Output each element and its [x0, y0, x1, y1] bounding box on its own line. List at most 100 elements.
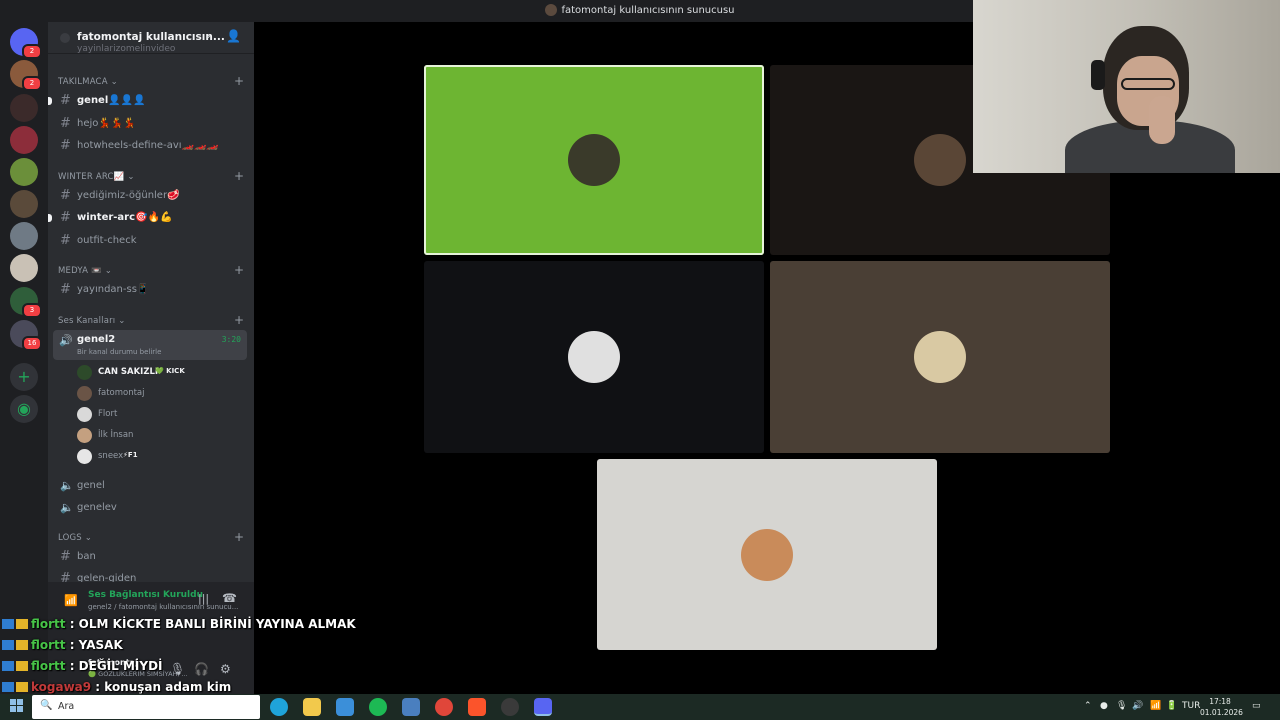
chat-username: flortt — [31, 659, 66, 673]
participant-avatar[interactable] — [914, 331, 966, 383]
channel-outfit-check[interactable]: # outfit-check — [56, 231, 246, 251]
server-icon-4[interactable] — [10, 126, 38, 154]
video-tile-3[interactable] — [424, 261, 764, 453]
channel-sidebar: fatomontaj kullanıcısın... ⌄ 👤 yayinlari… — [48, 22, 254, 694]
server-icon-2[interactable]: 2 — [10, 60, 42, 91]
disconnect-icon[interactable]: ☎ — [222, 591, 237, 605]
notifications-icon[interactable]: ▭ — [1252, 701, 1261, 711]
microphone-icon[interactable]: 🎙 — [170, 662, 185, 676]
chat-badge-icon — [2, 661, 14, 671]
mail-icon[interactable] — [336, 698, 354, 716]
channel-ban[interactable]: # ban — [56, 547, 246, 567]
hash-icon: # — [60, 549, 71, 564]
server-icon-5[interactable] — [10, 158, 38, 186]
server-icon-7[interactable] — [10, 222, 38, 250]
category-logs[interactable]: LOGS ⌄ — [58, 533, 92, 543]
server-icon-1[interactable]: 2 — [10, 28, 42, 59]
add-channel-icon[interactable]: + — [234, 169, 244, 183]
taskbar-clock[interactable]: 17:18 01.01.2026 — [1200, 696, 1243, 718]
volume-icon[interactable]: 🔊 — [1132, 701, 1143, 711]
voice-connection-status[interactable]: Ses Bağlantısı Kuruldu — [88, 590, 203, 600]
video-tile-1[interactable] — [424, 65, 764, 255]
taskbar-search[interactable]: 🔍 Ara — [32, 695, 260, 719]
mention-badge: 2 — [22, 44, 42, 59]
input-language[interactable]: TUR — [1182, 701, 1200, 711]
voice-member[interactable]: sneex ⚡F1 — [77, 448, 237, 466]
category-label: LOGS — [58, 533, 82, 543]
files-icon[interactable] — [303, 698, 321, 716]
settings-gear-icon[interactable]: ⚙ — [220, 662, 231, 676]
calculator-icon[interactable] — [402, 698, 420, 716]
participant-avatar[interactable] — [568, 134, 620, 186]
invite-people-icon[interactable]: 👤 — [226, 29, 241, 43]
channel-hejo[interactable]: # hejo💃💃💃 — [56, 114, 246, 134]
discord-icon[interactable] — [534, 698, 552, 716]
brave-icon[interactable] — [468, 698, 486, 716]
category-takilmaca[interactable]: TAKILMACA ⌄ — [58, 77, 118, 87]
server-icon-10[interactable]: 16 — [10, 320, 42, 351]
channel-partial[interactable]: yayinlarizomelinvideo — [56, 44, 246, 56]
voice-channel-genel[interactable]: 🔈 genel — [56, 476, 246, 496]
battery-icon[interactable]: 🔋 — [1166, 701, 1177, 711]
voice-member[interactable]: Flort — [77, 406, 237, 424]
voice-channel-label: genel2 — [77, 334, 116, 345]
voice-channel-label: genel — [77, 480, 105, 491]
channel-status-hint[interactable]: Bir kanal durumu belirle — [77, 348, 161, 356]
add-channel-icon[interactable]: + — [234, 74, 244, 88]
search-placeholder: Ara — [58, 701, 75, 712]
hash-icon: # — [60, 233, 71, 248]
category-medya[interactable]: MEDYA 📼 ⌄ — [58, 266, 112, 276]
chevron-down-icon[interactable]: ⌄ — [204, 30, 212, 41]
channel-yayindan-ss[interactable]: # yayından-ss📱 — [56, 280, 246, 300]
participant-avatar[interactable] — [568, 331, 620, 383]
voice-member-name: CAN SAKIZLI — [98, 367, 159, 377]
wifi-icon[interactable]: 📶 — [1150, 701, 1161, 711]
voice-member[interactable]: CAN SAKIZLI 💚 KICK — [77, 364, 237, 382]
edge-icon[interactable] — [270, 698, 288, 716]
voice-connection-panel: 📶 Ses Bağlantısı Kuruldu genel2 / fatomo… — [48, 582, 254, 622]
voice-member[interactable]: İlk İnsan — [77, 427, 237, 445]
server-icon-6[interactable] — [10, 190, 38, 218]
category-winter-arc[interactable]: WINTER ARC📈 ⌄ — [58, 172, 135, 182]
server-icon-9[interactable]: 3 — [10, 287, 42, 318]
server-icon-8[interactable] — [10, 254, 38, 282]
channel-label: ban — [77, 551, 96, 562]
server-icon-3[interactable] — [10, 94, 38, 122]
obs-icon[interactable] — [501, 698, 519, 716]
voice-channel-genel2[interactable]: 🔊 genel2 Bir kanal durumu belirle 3:20 — [53, 330, 247, 360]
noise-suppression-icon[interactable]: ||| — [198, 592, 209, 605]
explore-servers-icon[interactable]: ◉ — [10, 395, 38, 423]
tray-overflow-icon[interactable]: ⌃ — [1084, 701, 1092, 711]
channel-yedigimiz[interactable]: # yediğimiz-öğünler🥩 — [56, 186, 246, 206]
add-channel-icon[interactable]: + — [234, 263, 244, 277]
participant-avatar[interactable] — [741, 528, 793, 581]
add-channel-icon[interactable]: + — [234, 313, 244, 327]
channel-hotwheels[interactable]: # hotwheels-define-avı🏎️🏎️🏎️ — [56, 136, 246, 156]
windows-start-icon[interactable] — [10, 699, 24, 713]
participant-avatar[interactable] — [914, 134, 966, 186]
channel-genel[interactable]: # genel👤👤👤 — [48, 91, 246, 111]
voice-member[interactable]: fatomontaj — [77, 385, 237, 403]
video-tile-4[interactable] — [770, 261, 1110, 453]
signal-icon[interactable]: 📶 — [64, 594, 78, 607]
mention-badge: 3 — [22, 303, 42, 318]
add-channel-icon[interactable]: + — [234, 530, 244, 544]
video-tile-5[interactable] — [597, 459, 937, 650]
chat-username: kogawa9 — [31, 680, 92, 694]
microphone-tray-icon[interactable]: 🎙 — [1116, 701, 1127, 711]
chat-badge-icon — [16, 619, 28, 629]
chrome-icon[interactable] — [435, 698, 453, 716]
channel-winter-arc[interactable]: # winter-arc🎯🔥💪 — [48, 208, 246, 228]
webcam-person — [1121, 78, 1175, 90]
hash-icon: # — [60, 282, 71, 297]
chat-badge-icon — [2, 619, 14, 629]
member-tag: ⚡F1 — [123, 451, 138, 459]
spotify-icon[interactable] — [369, 698, 387, 716]
channel-label: outfit-check — [77, 235, 137, 246]
add-server-icon[interactable]: + — [10, 363, 38, 391]
headphones-icon[interactable]: 🎧 — [194, 662, 209, 676]
voice-channel-genelev[interactable]: 🔈 genelev — [56, 498, 246, 518]
tray-app-icon[interactable]: ● — [1100, 701, 1108, 711]
category-ses-kanallari[interactable]: Ses Kanalları ⌄ — [58, 316, 126, 326]
server-name: fatomontaj kullanıcısın... — [77, 31, 225, 43]
